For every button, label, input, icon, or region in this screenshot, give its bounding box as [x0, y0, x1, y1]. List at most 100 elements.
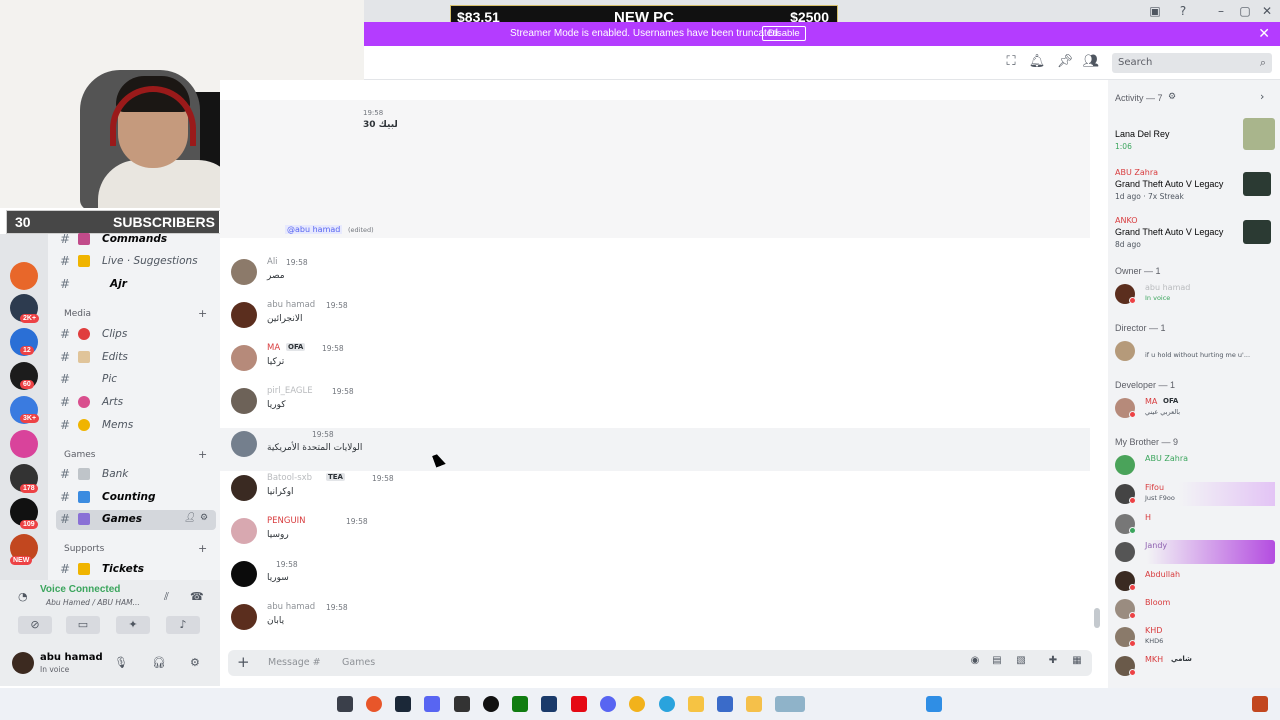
browser-icon[interactable] [366, 696, 382, 712]
author-name[interactable]: Ali [267, 257, 278, 267]
member-item[interactable]: Fifou Just F9oo [1115, 482, 1275, 506]
author-name[interactable]: pirl_EAGLE [267, 386, 313, 396]
category-supports[interactable]: Supports [64, 544, 104, 554]
activity-card[interactable]: ABU Zahra Grand Theft Auto V Legacy 1d a… [1115, 168, 1275, 212]
member-item[interactable]: MKH شامي [1115, 654, 1275, 678]
author-name[interactable]: PENGUIN [267, 516, 306, 526]
member-item[interactable]: abu hamad In voice [1115, 282, 1275, 306]
chat-message[interactable]: PENGUIN 19:58 روسيا [220, 515, 1090, 558]
discord-default-avatar[interactable] [231, 431, 257, 457]
app-icon[interactable] [775, 696, 805, 712]
disconnect-icon[interactable]: ☎ [190, 590, 204, 603]
settings-gear-icon[interactable]: ⚙ [190, 656, 200, 669]
add-channel-icon[interactable]: + [198, 307, 207, 320]
activities-button[interactable]: ✦ [116, 616, 150, 634]
gift-icon[interactable]: ◉ [968, 655, 982, 669]
app-icon[interactable] [541, 696, 557, 712]
chat-message[interactable]: Ali 19:58 مصر [220, 256, 1090, 299]
microphone-icon[interactable]: 🎙︎ [114, 656, 128, 669]
channel-mems[interactable]: # Mems [56, 416, 216, 436]
avatar[interactable] [231, 475, 257, 501]
xbox-icon[interactable] [512, 696, 528, 712]
activity-card[interactable]: Lana Del Rey 1:06 [1115, 118, 1275, 162]
avatar[interactable] [231, 561, 257, 587]
voice-connected-label[interactable]: Voice Connected [40, 584, 120, 595]
channel-pic[interactable]: # Pic [56, 370, 216, 390]
server-icon[interactable] [10, 430, 38, 458]
folder-icon[interactable] [746, 696, 762, 712]
avatar[interactable] [231, 388, 257, 414]
author-name[interactable]: Batool-sxb [267, 473, 312, 483]
pin-icon[interactable]: 📌︎ [1056, 54, 1074, 72]
avatar[interactable] [231, 518, 257, 544]
channel-games[interactable]: # Games 👤︎ ⚙ [56, 510, 216, 530]
chat-message[interactable]: MA OFA 19:58 تركيا [220, 342, 1090, 385]
author-name[interactable]: abu hamad [267, 602, 315, 612]
windows-icon[interactable] [926, 696, 942, 712]
telegram-icon[interactable] [659, 696, 675, 712]
noise-suppression-icon[interactable]: ⫽ [164, 590, 169, 604]
member-item[interactable]: Jandy [1115, 540, 1275, 564]
gear-icon[interactable]: ⚙ [200, 513, 208, 523]
activity-heading[interactable]: Activity — 7 [1115, 93, 1163, 103]
category-games[interactable]: Games [64, 450, 95, 460]
app-icon[interactable] [717, 696, 733, 712]
chat-message[interactable]: Batool-sxb TEA 19:58 اوكرانيا [220, 472, 1090, 515]
chat-message[interactable]: abu hamad 19:58 يابان [220, 601, 1090, 644]
chat-message[interactable]: pirl_EAGLE 19:58 كوريا [220, 385, 1090, 428]
avatar[interactable] [231, 345, 257, 371]
terminal-icon[interactable] [454, 696, 470, 712]
camera-off-button[interactable]: ⊘ [18, 616, 52, 634]
screen-share-button[interactable]: ▭ [66, 616, 100, 634]
avatar[interactable] [231, 302, 257, 328]
category-media[interactable]: Media [64, 309, 91, 319]
channel-bank[interactable]: # Bank [56, 465, 216, 485]
present-icon[interactable]: ▦ [1070, 655, 1084, 669]
maximize-button[interactable]: ▢ [1234, 2, 1256, 20]
avatar[interactable] [12, 652, 34, 674]
member-list-icon[interactable]: 👥︎ [1082, 54, 1100, 72]
avatar[interactable] [231, 604, 257, 630]
app-icon[interactable] [337, 696, 353, 712]
chat-message[interactable]: 19:58 الولايات المتحدة الأمريكية [220, 428, 1090, 471]
close-window-button[interactable]: ✕ [1256, 2, 1278, 20]
help-icon[interactable]: ? [1172, 2, 1194, 20]
app-icon[interactable] [424, 696, 440, 712]
member-item[interactable]: Abdullah [1115, 569, 1275, 593]
close-banner-icon[interactable]: ✕ [1258, 25, 1270, 42]
channel-commands[interactable]: # Commands [56, 230, 216, 250]
channel-ajr[interactable]: # Ajr [56, 275, 216, 295]
gear-icon[interactable]: ⚙ [1168, 92, 1176, 102]
threads-icon[interactable]: ⛶ [1002, 54, 1020, 72]
channel-arts[interactable]: # Arts [56, 393, 216, 413]
invite-icon[interactable]: 👤︎ [184, 513, 195, 523]
add-channel-icon[interactable]: + [198, 448, 207, 461]
channel-counting[interactable]: # Counting [56, 488, 216, 508]
author-name[interactable]: MA [267, 343, 280, 353]
soundboard-button[interactable]: ♪ [166, 616, 200, 634]
github-icon[interactable] [483, 696, 499, 712]
channel-tickets[interactable]: # Tickets [56, 560, 216, 580]
member-item[interactable]: ABU Zahra [1115, 453, 1275, 477]
discord-icon[interactable] [600, 696, 616, 712]
steam-icon[interactable] [395, 696, 411, 712]
member-item[interactable]: H [1115, 512, 1275, 536]
apps-icon[interactable]: ✚ [1046, 655, 1060, 669]
gif-icon[interactable]: ▤ [990, 655, 1004, 669]
chat-message[interactable]: 19:58 سوريا [220, 558, 1090, 601]
channel-live-suggestions[interactable]: # Live · Suggestions [56, 252, 216, 272]
channel-edits[interactable]: # Edits [56, 348, 216, 368]
user-mention[interactable]: @abu hamad [285, 225, 343, 234]
channel-clips[interactable]: # Clips [56, 325, 216, 345]
member-item[interactable]: if u hold without hurting me u'... [1115, 339, 1275, 363]
avatar[interactable] [231, 259, 257, 285]
chevron-right-icon[interactable]: › [1260, 90, 1264, 103]
notification-icon[interactable] [1252, 696, 1268, 712]
author-name[interactable]: abu hamad [267, 300, 315, 310]
sticker-icon[interactable]: ▧ [1014, 655, 1028, 669]
member-item[interactable]: Bloom [1115, 597, 1275, 621]
message-input[interactable]: + Message # Games ◉ ▤ ▧ ✚ ▦ [228, 650, 1092, 676]
disable-streamer-mode-button[interactable]: Disable [762, 26, 806, 41]
scrollbar-thumb[interactable] [1094, 608, 1100, 628]
headphones-icon[interactable]: 🎧︎ [152, 656, 166, 669]
